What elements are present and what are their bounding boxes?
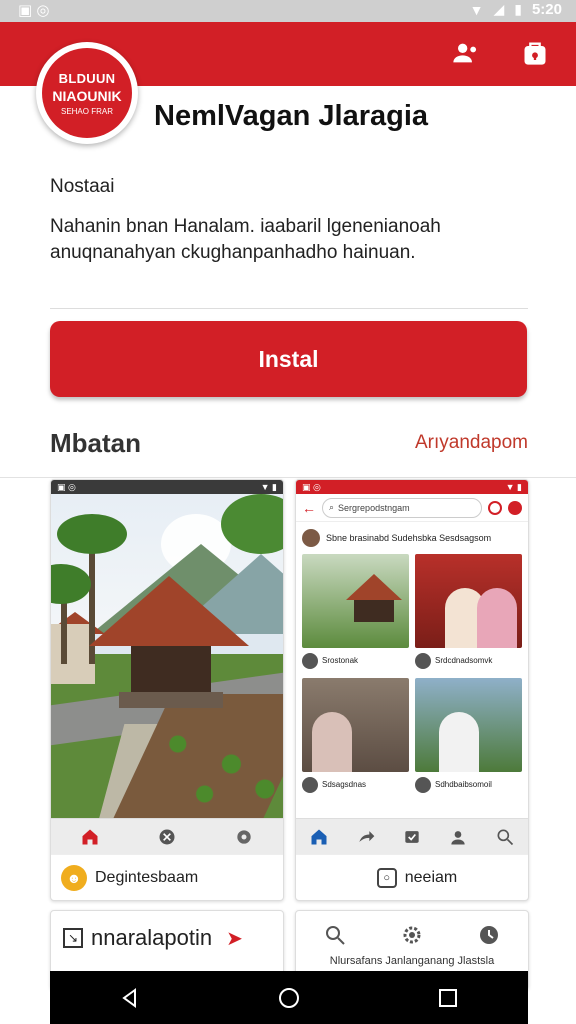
mini-status-bar: ▣ ◎ ▼ ▮ — [296, 480, 528, 494]
screenshot-card-1[interactable]: ▣ ◎ ▼ ▮ ☻ Degintesbaam — [50, 479, 284, 901]
mini-nav-bar — [51, 818, 283, 854]
feed-search-input: ⌕ Sergrepodstngam — [322, 497, 482, 518]
close-icon — [159, 829, 175, 844]
search-icon[interactable] — [323, 923, 347, 947]
back-arrow-icon: ← — [302, 499, 316, 516]
app-description: Nahanin bnan Hanalam. iaabaril lgenenian… — [50, 216, 441, 263]
screenshot-caption: ○ neeiam — [296, 854, 528, 900]
notification-icon — [488, 500, 502, 515]
search-text: Sergrepodstngam — [338, 502, 410, 513]
app-logo: BLDUUN NIAOUNIK SEHAO FRAR — [36, 42, 138, 144]
status-time: 5:20 — [531, 1, 562, 18]
home-icon[interactable] — [277, 986, 301, 1010]
caption-text: Degintesbaam — [95, 868, 199, 886]
avatar — [302, 652, 318, 669]
battery-icon: ▮ — [514, 1, 522, 17]
status-right: ▼ ◢ ▮ 5:20 — [470, 1, 562, 18]
app-title: NemlVagan Jlaragia — [154, 100, 429, 132]
screenshot-card-2[interactable]: ▣ ◎ ▼ ▮ ← ⌕ Sergrepodstngam Sbne brasinab… — [295, 479, 529, 901]
logo-line-2: NIAOUNIK — [52, 87, 122, 104]
profile-icon — [451, 830, 466, 844]
feed-tile: Sdhdbaibsomoil — [415, 678, 522, 796]
search-icon — [497, 829, 513, 845]
section-link[interactable]: Arıyandapom — [415, 432, 528, 454]
install-button[interactable]: Instal — [50, 321, 527, 397]
logo-line-3: SEHAO FRAR — [60, 106, 113, 116]
gear-icon[interactable] — [400, 923, 424, 947]
play-store-screen: ▣ ◎ ▼ ◢ ▮ 5:20 BLDUUN NIAOUNIK SEHAO FRA… — [0, 0, 576, 1024]
feed-screenshot: ← ⌕ Sergrepodstngam Sbne brasinabd Sudeh… — [296, 494, 528, 818]
lock-icon[interactable] — [518, 36, 552, 70]
feed-grid: Srostonak Srdcdnadsomvk Sdsagsdnas Sdhdb… — [296, 554, 528, 796]
avatar — [302, 529, 320, 547]
logo-line-1: BLDUUN — [58, 70, 116, 86]
checkbox-icon: ↘ — [63, 928, 83, 948]
signal-icon: ◢ — [493, 1, 505, 17]
tile-caption: Sdhdbaibsomoil — [435, 780, 492, 789]
menu-icon — [508, 500, 522, 515]
settings-icon — [237, 829, 251, 844]
share-icon — [358, 830, 374, 842]
avatar — [415, 652, 431, 669]
mini-status-bar: ▣ ◎ ▼ ▮ — [51, 480, 283, 494]
avatar — [302, 776, 318, 793]
search-icon: ⌕ — [329, 502, 335, 512]
feed-tile: Srdcdnadsomvk — [415, 554, 522, 672]
feed-search-bar: ← ⌕ Sergrepodstngam — [296, 494, 528, 522]
feed-tile: Srostonak — [302, 554, 409, 672]
mini-nav-bar — [296, 818, 528, 854]
clock-icon[interactable] — [477, 923, 501, 947]
village-photo — [51, 494, 283, 818]
caption-text: neeiam — [404, 868, 458, 886]
post-text: Sbne brasinabd Sudehsbka Sesdsagsom — [326, 533, 492, 543]
tile-caption: Srdcdnadsomvk — [435, 656, 493, 665]
avatar — [415, 776, 431, 793]
tile-caption: Srostonak — [322, 656, 359, 665]
feed-post-header: Sbne brasinabd Sudehsbka Sesdsagsom — [296, 522, 528, 554]
divider — [0, 477, 576, 478]
info-card-text: nnaralapotin — [91, 925, 213, 950]
home-icon — [311, 829, 327, 844]
inbox-icon — [405, 830, 419, 843]
info-card-text: Nlursafans Janlanganang Jlastsla — [329, 955, 495, 967]
feed-tile: Sdsagsdnas — [302, 678, 409, 796]
wifi-icon: ▼ — [469, 1, 484, 18]
status-notification-icons: ▣ ◎ — [18, 2, 50, 19]
account-icon[interactable] — [448, 36, 482, 70]
send-icon: ➤ — [226, 927, 243, 950]
logo-badge: BLDUUN NIAOUNIK SEHAO FRAR — [42, 48, 132, 138]
app-badge-icon: ☻ — [61, 864, 87, 891]
back-icon[interactable] — [118, 986, 142, 1010]
tile-caption: Sdsagsdnas — [322, 780, 367, 789]
system-nav-bar — [50, 971, 528, 1024]
divider — [50, 308, 528, 309]
screenshot-caption: ☻ Degintesbaam — [51, 854, 283, 900]
status-bar: ▣ ◎ ▼ ◢ ▮ 5:20 — [0, 0, 576, 22]
section-title: Mbatan — [50, 428, 141, 458]
details-label: Nostaai — [50, 176, 115, 197]
app-badge-icon: ○ — [376, 867, 397, 888]
recents-icon[interactable] — [436, 986, 460, 1010]
home-icon — [82, 829, 98, 844]
